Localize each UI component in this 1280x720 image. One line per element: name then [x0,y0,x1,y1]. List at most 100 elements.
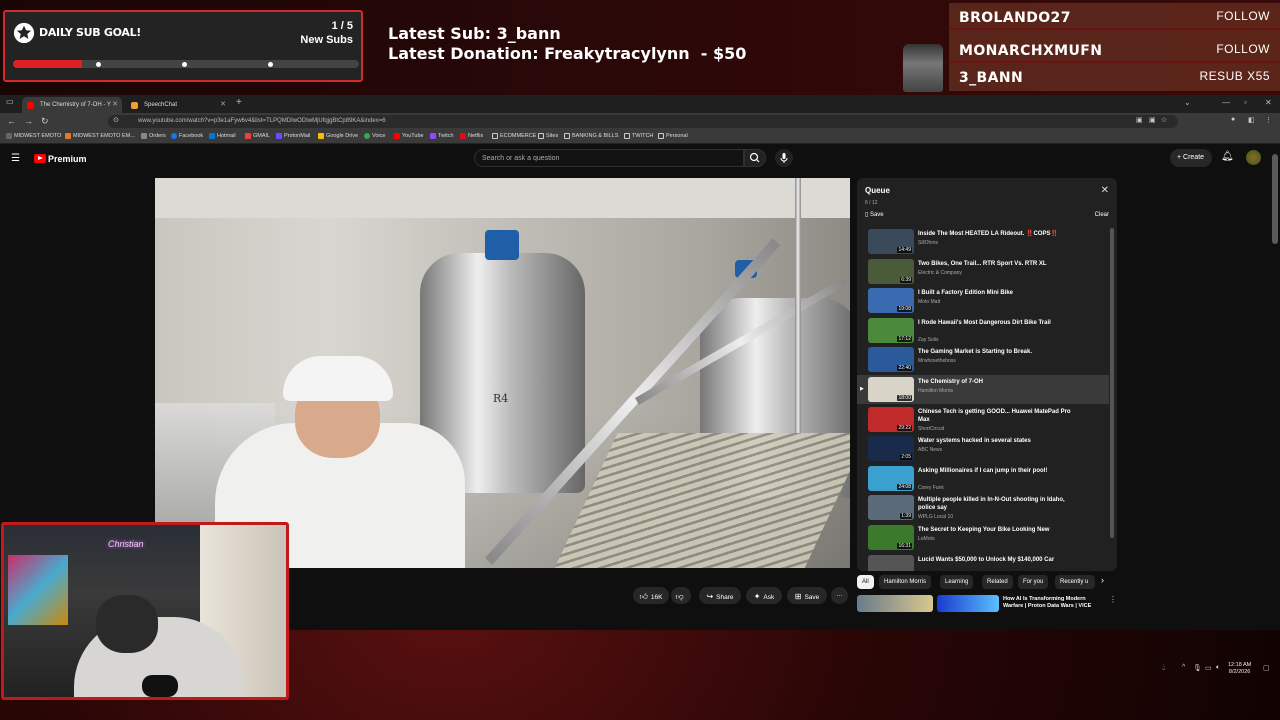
chevron-down-icon[interactable]: ⌄ [1184,98,1191,107]
voice-search-button[interactable] [775,149,793,167]
reload-icon[interactable]: ↻ [41,116,49,127]
search-input[interactable]: Search or ask a question [474,149,744,167]
create-button[interactable]: + Create [1170,149,1212,167]
bookmark-item[interactable]: YouTube [394,133,424,139]
back-icon[interactable]: ← [7,116,16,126]
chevron-right-icon[interactable]: › [1101,575,1104,585]
dislike-button[interactable]: 👎︎ [671,587,691,604]
ask-button[interactable]: ✦ Ask [746,587,782,604]
page-scrollbar[interactable] [1272,154,1278,244]
search-button[interactable] [744,149,766,167]
like-button[interactable]: 👍︎ 16K [633,587,669,604]
queue-item[interactable]: ▶ 18:00 The Chemistry of 7-OH Hamilton Morr… [857,375,1109,404]
chip-learning[interactable]: Learning [940,575,974,589]
network-icon[interactable]: ▭ [1205,664,1212,672]
minimize-icon[interactable]: — [1222,98,1230,107]
bookmark-item[interactable]: Voice [364,133,385,139]
maximize-icon[interactable]: ▫ [1244,98,1247,107]
bookmark-item[interactable]: ProtonMail [276,133,310,139]
bookmark-item[interactable]: Hotmail [209,133,236,139]
more-actions-button[interactable]: ··· [831,587,848,604]
close-window-icon[interactable]: ✕ [1265,98,1272,107]
bookmark-star-icon[interactable]: ☆ [1161,116,1167,124]
queue-item[interactable]: 2:05 Water systems hacked in several stat… [857,434,1109,463]
related-video-title[interactable]: How AI Is Transforming Modern Warfare | … [1003,596,1103,610]
chip-all[interactable]: All [857,575,874,589]
forward-icon[interactable]: → [24,116,33,126]
bookmark-item[interactable]: Google Drive [318,133,358,139]
chip-recently-uploaded[interactable]: Recently u [1055,575,1095,589]
tab-actions-icon[interactable]: ▭ [6,97,14,106]
volume-icon[interactable]: 🔈︎ [1216,664,1220,672]
chevron-up-icon[interactable]: ^ [1182,664,1185,671]
queue-item[interactable]: 14:49 Inside The Most HEATED LA Rideout. … [857,227,1109,256]
close-icon[interactable]: ✕ [220,100,226,108]
queue-item-title: I Rode Hawaii's Most Dangerous Dirt Bike… [918,319,1051,326]
queue-item[interactable]: 6:39 Two Bikes, One Trail... RTR Sport Vs… [857,257,1109,286]
address-bar[interactable]: www.youtube.com/watch?v=p3e1aFyw6v4&list… [108,115,1178,128]
queue-item[interactable]: 16:31 The Secret to Keeping Your Bike Loo… [857,523,1109,552]
queue-scrollbar[interactable] [1110,228,1114,538]
bookmark-icon [65,133,71,139]
bookmark-item[interactable]: MIDWEST EMOTO EM... [65,133,135,139]
extension-icon[interactable]: ▣ [1136,116,1143,124]
bookmark-item[interactable]: BANKING & BILLS [564,133,618,139]
share-button[interactable]: ↪ Share [699,587,741,604]
queue-item-channel: ABC News [918,447,943,454]
extension-icon[interactable]: ▣ [1149,116,1156,124]
site-info-icon[interactable]: ⊙ [113,116,119,124]
bookmark-item[interactable]: Facebook [171,133,203,139]
avatar[interactable] [1246,150,1261,165]
droplet-icon[interactable]: 💧︎ [1162,662,1166,673]
facebook-icon [171,133,177,139]
bookmark-item[interactable]: GMAIL [245,133,270,139]
bookmark-item[interactable]: Netflix [460,133,483,139]
close-icon[interactable]: ✕ [1101,185,1109,196]
queue-item[interactable]: Lucid Wants $50,000 to Unlock My $140,00… [857,553,1109,571]
related-video-thumbnail[interactable] [857,595,933,612]
clock[interactable]: 12:18 AM 8/2/2026 [1228,662,1251,676]
queue-clear-button[interactable]: Clear [1095,212,1109,218]
bookmark-item[interactable]: Personal [658,133,688,139]
close-icon[interactable]: ✕ [112,100,118,108]
queue-save-button[interactable]: ▯ Save [865,211,884,218]
queue-item-duration: 14:49 [897,247,912,253]
twitch-icon [430,133,436,139]
queue-item-channel: Corey Funk [918,484,944,491]
queue-item[interactable]: 24:08 Asking Millionaires if I can jump i… [857,464,1109,493]
bookmark-item[interactable]: Orders [141,133,166,139]
chip-for-you[interactable]: For you [1018,575,1049,589]
bookmark-item[interactable]: Sites [538,133,558,139]
notifications-bell-icon[interactable]: 🔔︎ [1221,151,1234,162]
chip-related[interactable]: Related [982,575,1013,589]
related-video-thumbnail[interactable] [937,595,999,612]
queue-item[interactable]: 17:12 I Rode Hawaii's Most Dangerous Dirt… [857,316,1109,345]
queue-item[interactable]: 29:22 Chinese Tech is getting GOOD... Hua… [857,405,1109,434]
queue-item[interactable]: 22:40 The Gaming Market is Starting to Br… [857,345,1109,374]
netflix-icon [460,133,466,139]
queue-item[interactable]: 19:08 I Built a Factory Edition Mini Bike… [857,286,1109,315]
video-player[interactable]: R4 [155,178,850,568]
hamburger-menu-icon[interactable]: ☰ [11,153,20,164]
folder-icon [564,133,570,139]
extension-icon[interactable]: ◧ [1248,116,1255,124]
bookmark-item[interactable]: MIDWEST EMOTO [6,133,61,139]
event-row: MONARCHXMUFN FOLLOW [949,36,1280,63]
chip-hamilton-morris[interactable]: Hamilton Morris [879,575,932,589]
bookmark-item[interactable]: ECOMMERCE [492,133,536,139]
bookmark-item[interactable]: Twitch [430,133,454,139]
microphone-icon[interactable]: 🎙︎ [1193,664,1202,672]
queue-item-channel: Mrwhosetheboss [918,358,956,365]
profile-icon[interactable]: ● [1231,116,1235,123]
goal-marker [96,62,101,67]
menu-icon[interactable]: ⋮ [1265,116,1272,124]
more-vert-icon[interactable]: ⋮ [1109,595,1117,604]
notification-icon[interactable]: ▢ [1263,664,1270,672]
save-button[interactable]: ⊞ Save [787,587,827,604]
tab-speechchat[interactable]: SpeechChat ✕ [126,97,230,113]
bookmark-item[interactable]: TWITCH [624,133,653,139]
queue-item-title: The Gaming Market is Starting to Break. [918,349,1033,356]
queue-item[interactable]: 1:39 Multiple people killed in In-N-Out s… [857,493,1109,522]
tab-youtube[interactable]: The Chemistry of 7-OH - Y ✕ [22,97,122,113]
new-tab-button[interactable]: + [236,97,242,108]
